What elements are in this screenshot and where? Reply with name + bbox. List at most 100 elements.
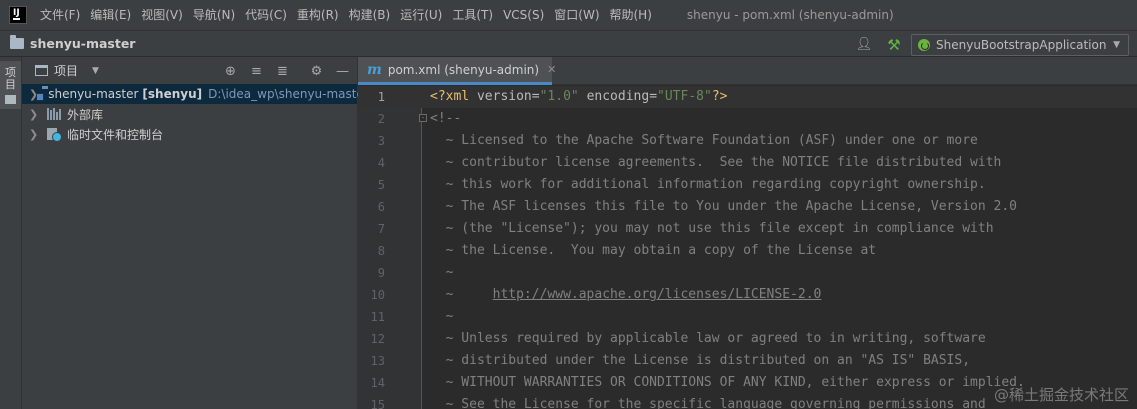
menu-file[interactable]: 文件(F) [35,0,85,30]
code-text: <!-- [430,111,462,126]
editor: m pom.xml (shenyu-admin) ✕ 1 <?xml versio… [358,57,1137,409]
menu-edit[interactable]: 编辑(E) [85,0,136,30]
tree-item-root-module[interactable]: ❯ shenyu-master [shenyu] D:\idea_wp\shen… [22,84,364,104]
code-line: 7 ~ (the "License"); you may not use thi… [358,218,1137,240]
xml-declaration-part: ?> [711,89,728,104]
intellij-logo-icon[interactable]: IJ [9,6,27,24]
left-tool-strip: 项目 [0,57,22,409]
line-number: 11 [370,310,385,324]
run-configuration-label: ShenyuBootstrapApplication [936,37,1107,52]
breadcrumb-project[interactable]: shenyu-master [30,36,135,51]
xml-declaration-part: = [649,89,658,104]
chevron-down-icon: ▼ [1113,39,1120,50]
fold-icon[interactable]: - [419,114,427,122]
code-line: 9 ~ [358,262,1137,284]
editor-tab-pom[interactable]: m pom.xml (shenyu-admin) ✕ [358,57,556,85]
menu-run[interactable]: 运行(U) [395,0,447,30]
menu-build[interactable]: 构建(B) [344,0,396,30]
main-menu: 文件(F) 编辑(E) 视图(V) 导航(N) 代码(C) 重构(R) 构建(B… [35,0,657,30]
project-tool-window-button[interactable]: 项目 [0,61,21,109]
project-view-icon [35,65,48,76]
line-number: 12 [370,332,385,346]
code-line: 12 ~ Unless required by applicable law o… [358,328,1137,350]
code-line: 6 ~ The ASF licenses this file to You un… [358,196,1137,218]
code-text: ~ (the "License"); you may not use this … [430,221,994,236]
code-editor[interactable]: 1 <?xml version="1.0" encoding="UTF-8"?> 2… [358,86,1137,409]
code-text: ~ distributed under the License is distr… [430,353,971,368]
code-text: ~ the License. You may obtain a copy of … [430,243,877,258]
menu-view[interactable]: 视图(V) [136,0,188,30]
xml-declaration-part: version [476,89,532,104]
line-number: 4 [377,156,385,170]
code-text: ~ Licensed to the Apache Software Founda… [430,133,978,148]
line-number: 3 [377,134,385,148]
project-panel-title[interactable]: 项目 [54,62,78,79]
expand-arrow-icon[interactable]: ❯ [29,108,43,121]
tree-item-name: 外部库 [67,107,104,122]
project-panel-header: 项目 ▼ ⊕ ≡ ≣ ⚙︎ — [22,57,357,84]
navigation-bar: shenyu-master 👤︎▾ ⚒︎ ShenyuBootstrapAppl… [0,30,1137,70]
xml-declaration-part: encoding [586,89,650,104]
tree-item-module: [shenyu] [142,87,203,101]
tree-item-path: D:\idea_wp\shenyu-maste [208,87,364,101]
code-line: 11 ~ [358,306,1137,328]
tree-item-name: 临时文件和控制台 [67,127,164,142]
tree-item-external-libraries[interactable]: ❯ 外部库 [22,104,357,124]
tree-item-name: shenyu-master [48,87,139,101]
user-icon[interactable]: 👤︎▾ [853,36,875,70]
line-number: 8 [377,244,385,258]
gear-icon[interactable]: ⚙︎ [308,63,325,80]
scratch-icon [47,127,62,142]
line-number: 9 [377,266,385,280]
xml-declaration-part: "UTF-8" [657,89,712,104]
spring-icon [918,38,930,51]
editor-tab-bar: m pom.xml (shenyu-admin) ✕ [358,57,1137,85]
expand-arrow-icon[interactable]: ❯ [29,128,43,141]
code-text: ~ WITHOUT WARRANTIES OR CONDITIONS OF AN… [430,375,1025,390]
expand-all-icon[interactable]: ≡ [248,63,265,80]
code-text: <?xml version="1.0" encoding="UTF-8"?> [430,86,727,108]
code-text: ~ contributor license agreements. See th… [430,155,1002,170]
code-line: 4 ~ contributor license agreements. See … [358,152,1137,174]
line-number: 1 [377,90,385,104]
collapse-all-icon[interactable]: ≣ [274,63,291,80]
project-panel: 项目 ▼ ⊕ ≡ ≣ ⚙︎ — ❯ shenyu-master [shenyu]… [22,57,364,409]
line-number: 5 [377,178,385,192]
code-line: 3 ~ Licensed to the Apache Software Foun… [358,130,1137,152]
hammer-icon[interactable]: ⚒︎ [885,36,903,54]
line-number: 6 [377,200,385,214]
line-number: 7 [377,222,385,236]
menu-code[interactable]: 代码(C) [240,0,292,30]
menu-navigate[interactable]: 导航(N) [188,0,240,30]
comment-prefix: ~ [430,287,493,302]
run-configuration-select[interactable]: ShenyuBootstrapApplication ▼ [911,33,1129,56]
close-icon[interactable]: ✕ [547,63,556,76]
hide-icon[interactable]: — [334,63,351,80]
menu-help[interactable]: 帮助(H) [605,0,657,30]
watermark: @稀土掘金技术社区 [993,386,1129,404]
library-icon [47,108,61,120]
code-line: 2 <!-- - [358,108,1137,130]
project-panel-actions: ⊕ ≡ ≣ ⚙︎ — [213,61,351,81]
menu-window[interactable]: 窗口(W) [549,0,604,30]
tree-item-scratches[interactable]: ❯ 临时文件和控制台 [22,124,357,144]
xml-declaration-part: <?xml [430,89,477,104]
locate-icon[interactable]: ⊕ [222,63,239,80]
code-text: ~ [430,265,454,280]
folder-icon [5,95,16,104]
line-number: 15 [370,398,385,409]
project-folder-icon [10,35,24,49]
license-link[interactable]: http://www.apache.org/licenses/LICENSE-2… [493,287,822,302]
code-line: 10 ~ http://www.apache.org/licenses/LICE… [358,284,1137,306]
menu-bar: IJ 文件(F) 编辑(E) 视图(V) 导航(N) 代码(C) 重构(R) 构… [0,0,1137,30]
line-number: 2 [377,112,385,126]
menu-tools[interactable]: 工具(T) [447,0,498,30]
line-number: 13 [370,354,385,368]
line-number: 14 [370,376,385,390]
xml-declaration-part: = [531,89,540,104]
tab-label: pom.xml (shenyu-admin) [387,62,540,77]
chevron-down-icon[interactable]: ▼ [92,66,99,76]
menu-refactor[interactable]: 重构(R) [292,0,344,30]
code-text: ~ http://www.apache.org/licenses/LICENSE… [430,284,822,306]
menu-vcs[interactable]: VCS(S) [498,0,549,30]
